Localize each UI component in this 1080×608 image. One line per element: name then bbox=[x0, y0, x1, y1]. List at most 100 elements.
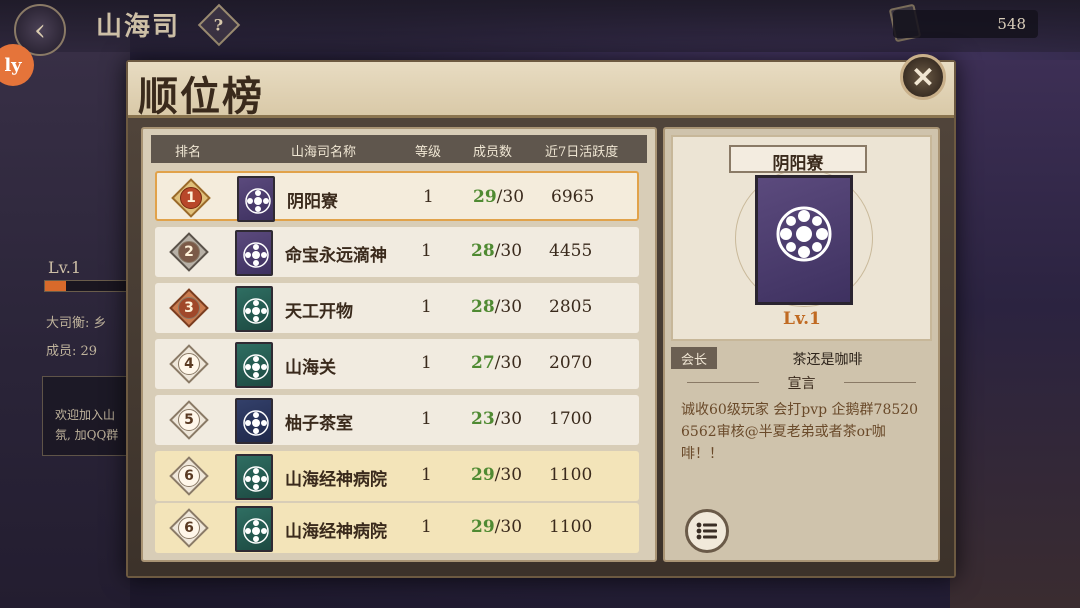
table-header: 排名 山海司名称 等级 成员数 近7日活跃度 bbox=[151, 135, 647, 163]
background-right-scene bbox=[950, 60, 1080, 608]
rank-badge-icon: 4 bbox=[169, 344, 209, 384]
guild-members: 29/30 bbox=[471, 465, 522, 485]
members-current: 27 bbox=[471, 353, 495, 373]
table-row[interactable]: 3 天工开物 1 28/30 2805 bbox=[155, 283, 639, 333]
members-max: /30 bbox=[494, 353, 523, 373]
members-max: /30 bbox=[494, 409, 523, 429]
guild-activity: 6965 bbox=[551, 187, 595, 207]
window-title: 顺位榜 bbox=[138, 73, 264, 120]
rank-number: 6 bbox=[178, 517, 200, 539]
members-max: /30 bbox=[494, 517, 523, 537]
announcement-title: 宣言 bbox=[665, 373, 938, 393]
detail-emblem-icon bbox=[755, 175, 853, 305]
rank-badge-icon: 1 bbox=[171, 178, 211, 218]
help-icon: ? bbox=[214, 15, 224, 35]
announcement-text: 诚收60级玩家 会打pvp 企鹅群785206562审核@半夏老弟或者茶or咖啡… bbox=[681, 402, 919, 462]
header-rank: 排名 bbox=[175, 145, 202, 160]
rank-badge-icon: 5 bbox=[169, 400, 209, 440]
rank-badge-icon: 2 bbox=[169, 232, 209, 272]
rank-badge-icon: 6 bbox=[169, 508, 209, 548]
table-row[interactable]: 2 命宝永远滴神 1 28/30 4455 bbox=[155, 227, 639, 277]
guild-emblem-icon bbox=[237, 176, 275, 222]
guild-level: 1 bbox=[421, 409, 432, 429]
back-arrow-icon: ‹ bbox=[34, 12, 46, 48]
guild-activity: 4455 bbox=[549, 241, 593, 261]
window-header: 顺位榜 bbox=[128, 62, 954, 120]
close-button[interactable]: ✕ bbox=[900, 54, 946, 100]
members-max: /30 bbox=[494, 297, 523, 317]
guild-members: 29/30 bbox=[471, 517, 522, 537]
rank-number: 3 bbox=[178, 297, 200, 319]
rank-badge-icon: 3 bbox=[169, 288, 209, 328]
close-icon: ✕ bbox=[911, 60, 935, 94]
table-row[interactable]: 6 山海经神病院 1 29/30 1100 bbox=[155, 451, 639, 501]
rank-number: 4 bbox=[178, 353, 200, 375]
guild-emblem-icon bbox=[235, 230, 273, 276]
guild-activity: 1100 bbox=[549, 465, 593, 485]
guild-emblem-icon bbox=[235, 506, 273, 552]
table-row[interactable]: 5 柚子茶室 1 23/30 1700 bbox=[155, 395, 639, 445]
guild-level: 1 bbox=[421, 517, 432, 537]
guild-level: 1 bbox=[421, 353, 432, 373]
guild-name: 山海经神病院 bbox=[285, 522, 387, 542]
members-current: 23 bbox=[471, 409, 495, 429]
guild-level: 1 bbox=[421, 297, 432, 317]
guild-members: 27/30 bbox=[471, 353, 522, 373]
members-current: 28 bbox=[471, 297, 495, 317]
guild-level: 1 bbox=[423, 187, 434, 207]
guild-emblem-icon bbox=[235, 454, 273, 500]
table-row[interactable]: 4 山海关 1 27/30 2070 bbox=[155, 339, 639, 389]
guild-members: 29/30 bbox=[473, 187, 524, 207]
background-members-line: 成员: 29 bbox=[46, 344, 98, 359]
member-list-button[interactable] bbox=[685, 509, 729, 553]
header-members: 成员数 bbox=[473, 145, 513, 160]
guild-name: 阴阳寮 bbox=[287, 192, 338, 212]
leader-label: 会长 bbox=[671, 347, 717, 369]
guild-name: 山海关 bbox=[285, 358, 336, 378]
header-name: 山海司名称 bbox=[291, 145, 357, 160]
leader-row: 会长 茶还是咖啡 bbox=[671, 347, 932, 369]
detail-panel: 阴阳寮 Lv.1 会长 茶还是咖啡 宣言 诚收60级玩家 会打pvp 企鹅群78… bbox=[663, 127, 940, 562]
guild-activity: 2805 bbox=[549, 297, 593, 317]
members-max: /30 bbox=[496, 187, 525, 207]
rank-number: 1 bbox=[180, 187, 202, 209]
table-row[interactable]: 1 阴阳寮 1 29/30 6965 bbox=[155, 171, 639, 222]
rank-number: 2 bbox=[178, 241, 200, 263]
background-level: Lv.1 bbox=[48, 258, 82, 277]
guild-members: 28/30 bbox=[471, 241, 522, 261]
header-activity: 近7日活跃度 bbox=[545, 145, 619, 160]
detail-card: 阴阳寮 Lv.1 bbox=[671, 135, 932, 341]
guild-emblem-icon bbox=[235, 342, 273, 388]
rank-number: 5 bbox=[178, 409, 200, 431]
members-current: 29 bbox=[471, 517, 495, 537]
rank-number: 6 bbox=[178, 465, 200, 487]
members-current: 29 bbox=[471, 465, 495, 485]
list-icon bbox=[696, 522, 717, 540]
table-row[interactable]: 6 山海经神病院 1 29/30 1100 bbox=[155, 503, 639, 553]
rank-badge-icon: 6 bbox=[169, 456, 209, 496]
background-leader-line: 大司衡: 乡 bbox=[46, 316, 107, 331]
members-max: /30 bbox=[494, 241, 523, 261]
background-welcome-box: 欢迎加入山 氛, 加QQ群 bbox=[42, 376, 132, 456]
guild-level: 1 bbox=[421, 241, 432, 261]
page-title: 山海司 bbox=[96, 12, 181, 42]
leader-name: 茶还是咖啡 bbox=[792, 352, 863, 368]
guild-name: 山海经神病院 bbox=[285, 470, 387, 490]
members-current: 28 bbox=[471, 241, 495, 261]
guild-name: 天工开物 bbox=[285, 302, 353, 322]
background-left-panel bbox=[0, 0, 130, 608]
guild-level: 1 bbox=[421, 465, 432, 485]
background-level-bar bbox=[44, 280, 130, 292]
header-level: 等级 bbox=[415, 145, 442, 160]
guild-name: 命宝永远滴神 bbox=[285, 246, 387, 266]
detail-name: 阴阳寮 bbox=[729, 145, 867, 174]
guild-members: 28/30 bbox=[471, 297, 522, 317]
guild-activity: 1700 bbox=[549, 409, 593, 429]
members-max: /30 bbox=[494, 465, 523, 485]
detail-level: Lv.1 bbox=[783, 309, 821, 329]
guild-name: 柚子茶室 bbox=[285, 414, 353, 434]
ranking-table: 排名 山海司名称 等级 成员数 近7日活跃度 1 阴阳寮 1 29/30 6965 2 命宝… bbox=[141, 127, 657, 562]
guild-emblem-icon bbox=[235, 286, 273, 332]
currency-display: 548 bbox=[893, 10, 1038, 38]
guild-members: 23/30 bbox=[471, 409, 522, 429]
